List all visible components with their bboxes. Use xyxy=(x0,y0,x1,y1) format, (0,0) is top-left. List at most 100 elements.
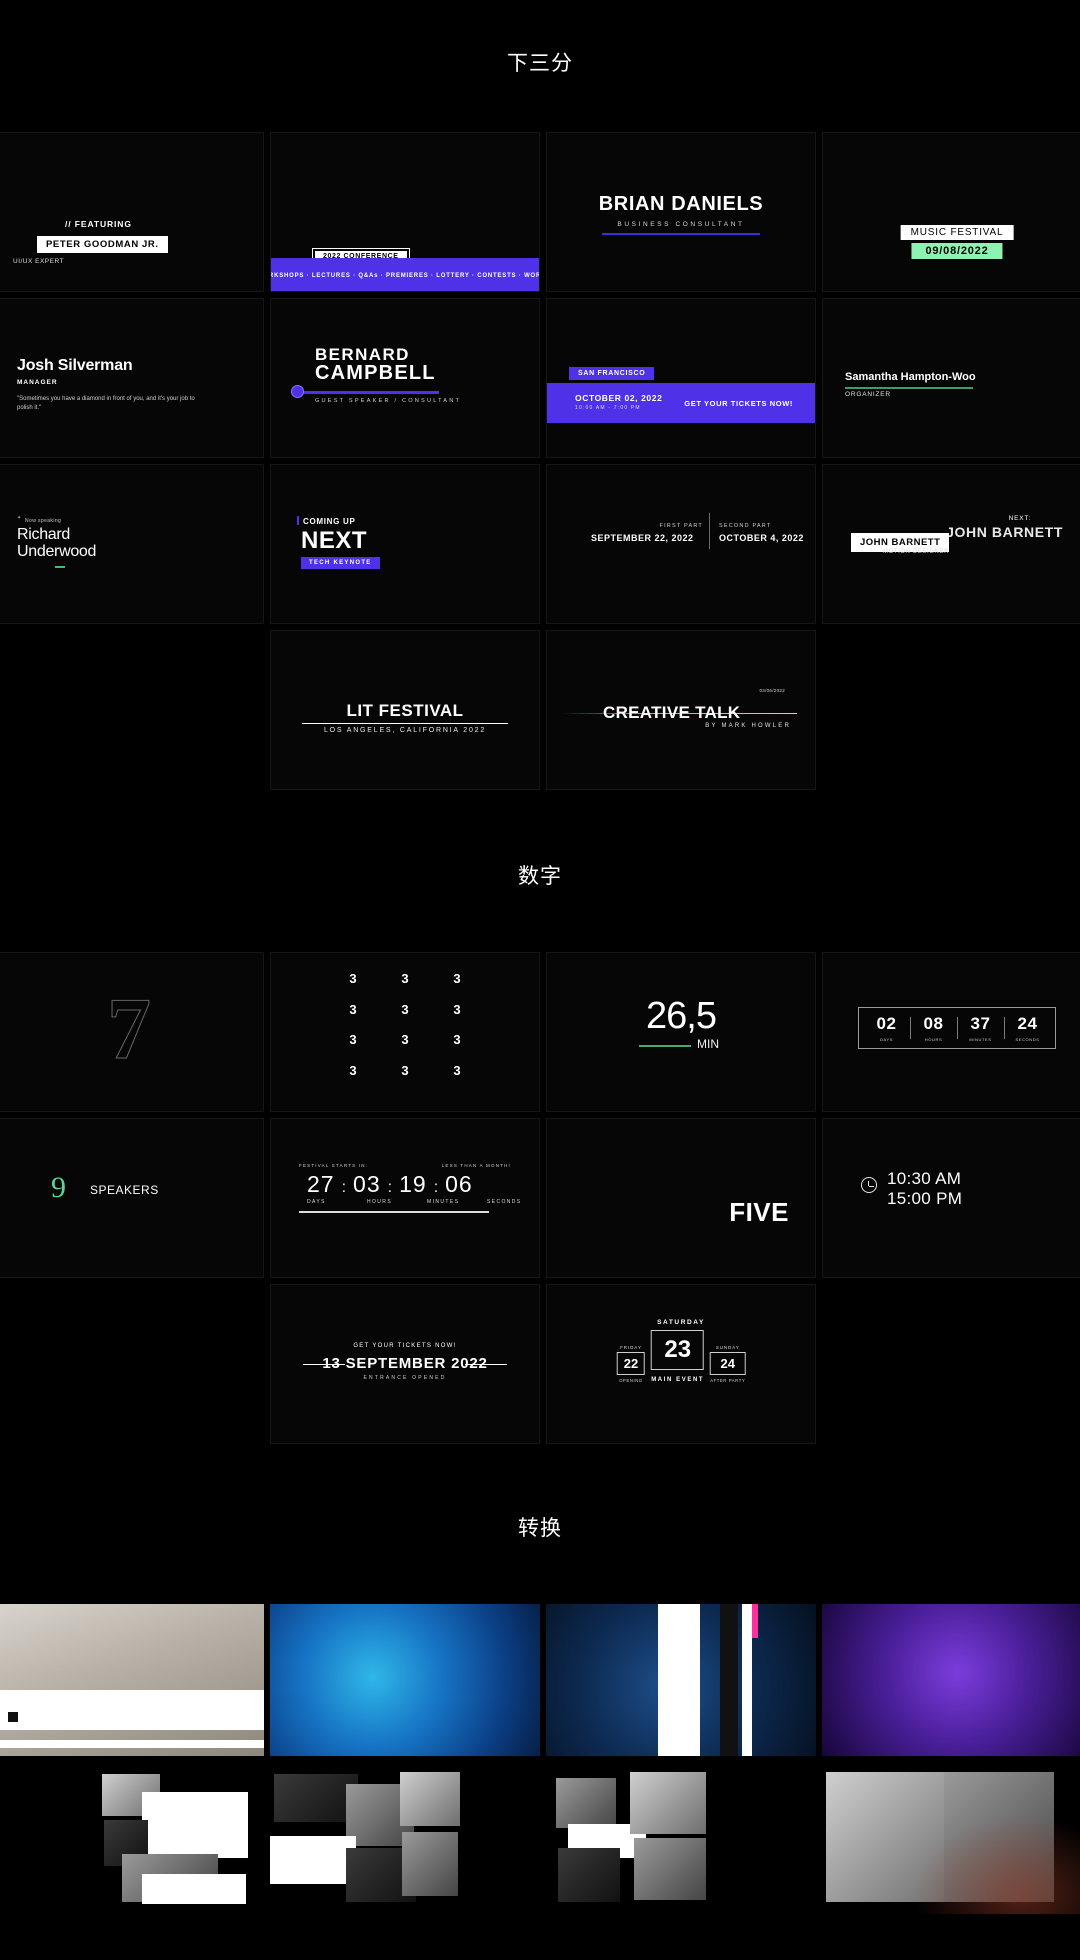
sparkle-icon: ✦ xyxy=(17,515,22,521)
grid-spacer-left xyxy=(0,630,264,790)
lit-festival-title: LIT FESTIVAL xyxy=(346,701,464,720)
number-card-calendar[interactable]: SATURDAY FRIDAY 22 OPENING 23 MAIN EVENT… xyxy=(546,1284,816,1444)
mosaic-tile xyxy=(142,1792,248,1858)
three-cell: 3 xyxy=(349,1062,357,1078)
mosaic-tile xyxy=(556,1778,616,1828)
countdown-hours-value: 08 xyxy=(923,1014,944,1033)
mosaic-tile xyxy=(270,1836,356,1884)
first-part-block: FIRST PART SEPTEMBER 22, 2022 xyxy=(591,523,703,543)
music-festival-date: 09/08/2022 xyxy=(911,243,1003,259)
coming-up-title: NEXT xyxy=(301,527,368,554)
transition-card-purple-stage[interactable] xyxy=(822,1604,1080,1756)
speakers-label: SPEAKERS xyxy=(90,1183,159,1197)
countdown-hours-label: HOURS xyxy=(924,1037,943,1042)
dark-marker xyxy=(8,1712,18,1722)
san-francisco-cta[interactable]: GET YOUR TICKETS NOW! xyxy=(684,399,793,408)
transition-card-mosaic-crowd[interactable] xyxy=(546,1762,816,1914)
grid-spacer-right xyxy=(822,630,1080,790)
transitions-grid-row2 xyxy=(0,1762,1080,1914)
lower-third-card-two-part-dates[interactable]: FIRST PART SEPTEMBER 22, 2022 SECOND PAR… xyxy=(546,464,816,624)
lower-third-card-creative-talk[interactable]: 03/06/2022 CREATIVE TALK BY MARK HOWLER xyxy=(546,630,816,790)
calendar-days-row: FRIDAY 22 OPENING 23 MAIN EVENT SUNDAY 2… xyxy=(616,1330,746,1383)
lower-third-card-2022-conference[interactable]: 2022 CONFERENCE WORKSHOPS · LECTURES · Q… xyxy=(270,132,540,292)
countdown-seconds-label: SECONDS xyxy=(1015,1037,1040,1042)
numbers-grid-spacer-left xyxy=(0,1284,264,1444)
number-card-threes-grid[interactable]: 3 3 3 3 3 3 3 3 3 3 3 3 xyxy=(270,952,540,1112)
transition-card-conference-room[interactable] xyxy=(0,1604,264,1756)
number-card-tickets-date[interactable]: GET YOUR TICKETS NOW! 13 SEPTEMBER 2022 … xyxy=(270,1284,540,1444)
lower-third-card-next-john-barnett[interactable]: NEXT: JOHN BARNETT JOHN BARNETT MOTION D… xyxy=(822,464,1080,624)
josh-silverman-name: Josh Silverman xyxy=(17,357,133,374)
bernard-campbell-sub: GUEST SPEAKER / CONSULTANT xyxy=(315,398,462,404)
lower-third-card-lit-festival[interactable]: LIT FESTIVAL LOS ANGELES, CALIFORNIA 202… xyxy=(270,630,540,790)
lower-third-card-richard-underwood[interactable]: ✦ Now speaking Richard Underwood xyxy=(0,464,264,624)
number-card-countdown-boxed[interactable]: 02 DAYS 08 HOURS 37 MINUTES 24 SECONDS xyxy=(822,952,1080,1112)
lower-third-card-featuring-peter-goodman[interactable]: // FEATURING PETER GOODMAN JR. UI/UX EXP… xyxy=(0,132,264,292)
lower-third-card-samantha-hampton-woo[interactable]: Samantha Hampton-Woo ORGANIZER xyxy=(822,298,1080,458)
calendar-sunday-note: AFTER PARTY xyxy=(710,1378,746,1383)
transition-card-guitar-silhouette[interactable] xyxy=(546,1604,816,1756)
clock-icon xyxy=(861,1177,877,1193)
calendar-friday-note: OPENING xyxy=(619,1378,643,1383)
pink-accent-bar xyxy=(752,1604,758,1638)
calendar-headline: SATURDAY xyxy=(657,1319,705,1326)
number-card-speakers[interactable]: 9 SPEAKERS xyxy=(0,1118,264,1278)
lower-third-card-bernard-campbell[interactable]: BERNARD CAMPBELL GUEST SPEAKER / CONSULT… xyxy=(270,298,540,458)
calendar-sunday-label: SUNDAY xyxy=(715,1345,740,1350)
countdown-cell-days: 02 DAYS xyxy=(863,1014,910,1042)
tickets-rule-right xyxy=(465,1364,507,1365)
countdown-minutes-label: MINUTES xyxy=(969,1037,992,1042)
second-part-date: OCTOBER 4, 2022 xyxy=(719,533,804,543)
transitions-grid-row1 xyxy=(0,1604,1080,1756)
lower-thirds-grid: // FEATURING PETER GOODMAN JR. UI/UX EXP… xyxy=(0,132,1080,790)
lower-third-card-josh-silverman[interactable]: Josh Silverman MANAGER "Sometimes you ha… xyxy=(0,298,264,458)
calendar-friday-number: 22 xyxy=(623,1356,639,1371)
dark-column xyxy=(720,1604,738,1756)
josh-silverman-role: MANAGER xyxy=(17,379,58,386)
lower-third-card-san-francisco-tickets[interactable]: SAN FRANCISCO OCTOBER 02, 2022 10:00 AM … xyxy=(546,298,816,458)
transition-card-blue-stage[interactable] xyxy=(270,1604,540,1756)
countdown-cell-hours: 08 HOURS xyxy=(910,1014,957,1042)
number-card-clock[interactable]: 10:30 AM 15:00 PM xyxy=(822,1118,1080,1278)
calendar-saturday-note: MAIN EVENT xyxy=(651,1377,705,1383)
number-card-minutes[interactable]: 26,5 MIN xyxy=(546,952,816,1112)
festival-hours-label: HOURS xyxy=(367,1199,393,1205)
lower-third-card-brian-daniels[interactable]: BRIAN DANIELS BUSINESS CONSULTANT xyxy=(546,132,816,292)
coming-up-tag: TECH KEYNOTE xyxy=(301,557,380,569)
festival-sep: : xyxy=(387,1179,393,1196)
mosaic-tile xyxy=(630,1772,706,1834)
number-card-seven[interactable]: 7 xyxy=(0,952,264,1112)
first-part-label: FIRST PART xyxy=(659,523,703,529)
transition-card-mosaic-mic[interactable] xyxy=(270,1762,540,1914)
three-cell: 3 xyxy=(401,971,409,986)
five-word: FIVE xyxy=(729,1197,789,1227)
bottom-spacer xyxy=(0,1914,1080,1960)
three-cell: 3 xyxy=(453,1062,461,1078)
tickets-bottom-label: ENTRANCE OPENED xyxy=(363,1375,447,1381)
next-sub: MOTION DESIGNER xyxy=(883,549,950,555)
white-wipe-column xyxy=(658,1604,700,1756)
three-cell: 3 xyxy=(401,1032,409,1047)
calendar-block: SATURDAY FRIDAY 22 OPENING 23 MAIN EVENT… xyxy=(616,1319,746,1383)
lower-third-card-music-festival[interactable]: MUSIC FESTIVAL 09/08/2022 xyxy=(822,132,1080,292)
three-cell: 3 xyxy=(349,1001,357,1017)
creative-talk-title: CREATIVE TALK xyxy=(603,703,741,722)
festival-countdown-labels: DAYS HOURS MINUTES SECONDS xyxy=(307,1199,527,1205)
richard-last-name: Underwood xyxy=(17,543,97,560)
number-card-five[interactable]: FIVE xyxy=(546,1118,816,1278)
festival-countdown-rule xyxy=(299,1211,489,1213)
samantha-role: ORGANIZER xyxy=(845,391,891,398)
transition-card-mosaic-office[interactable] xyxy=(822,1762,1080,1914)
number-card-festival-countdown[interactable]: FESTIVAL STARTS IN: LESS THAN A MONTH! 2… xyxy=(270,1118,540,1278)
samantha-accent-line xyxy=(845,387,973,389)
music-festival-title: MUSIC FESTIVAL xyxy=(900,225,1014,240)
san-francisco-date: OCTOBER 02, 2022 xyxy=(575,393,663,403)
transition-card-mosaic-audience[interactable] xyxy=(0,1762,264,1914)
san-francisco-time: 10:00 AM - 7:00 PM xyxy=(575,405,641,411)
speakers-count: 9 xyxy=(51,1171,66,1204)
brian-daniels-name: BRIAN DANIELS xyxy=(598,193,764,215)
countdown-box: 02 DAYS 08 HOURS 37 MINUTES 24 SECONDS xyxy=(858,1007,1056,1049)
coming-up-eyebrow: COMING UP xyxy=(303,517,356,526)
seven-outline-number: 7 xyxy=(107,981,152,1079)
lower-third-card-coming-up-next[interactable]: COMING UP NEXT TECH KEYNOTE xyxy=(270,464,540,624)
